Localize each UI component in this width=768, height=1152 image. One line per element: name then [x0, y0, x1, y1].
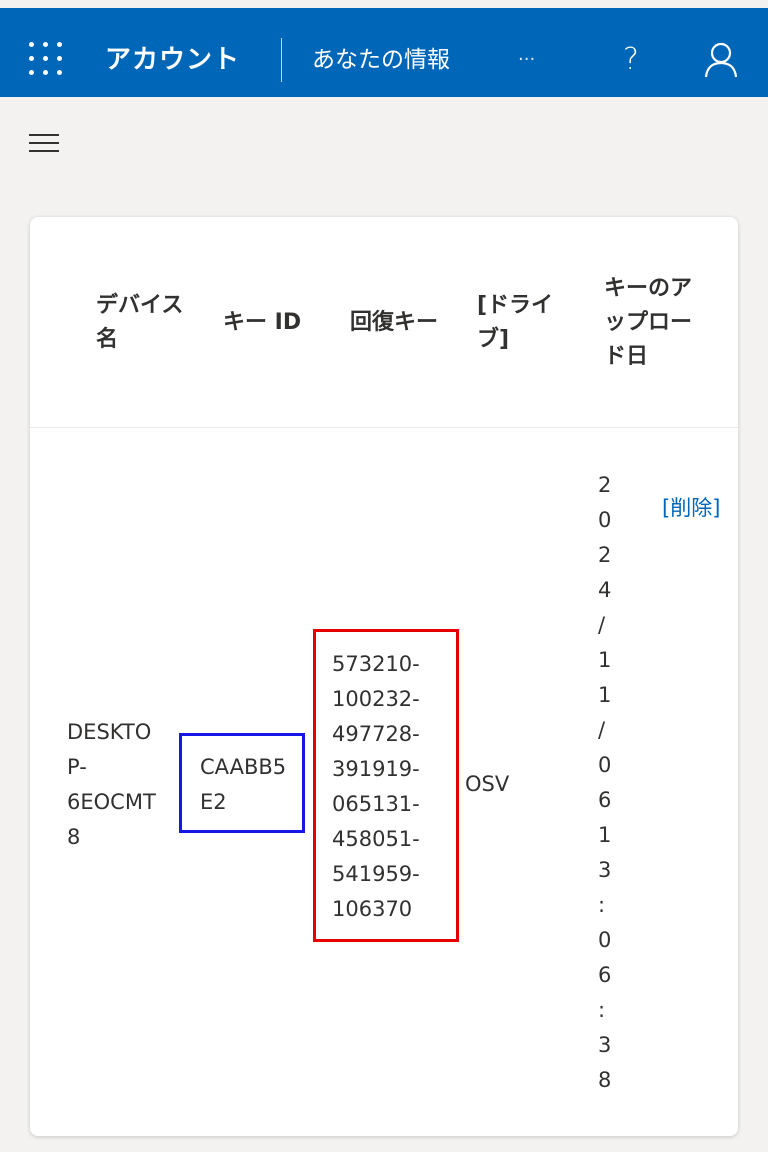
upload-date-char: / [598, 613, 606, 637]
upload-date-char: 6 [598, 963, 612, 987]
upload-date-char: 1 [598, 823, 612, 847]
column-header-upload-date: キーのア ップロー ド日 [604, 276, 693, 369]
upload-date-char: 8 [598, 1068, 612, 1092]
upload-date-char: 3 [598, 858, 612, 882]
cell-device-name: DESKTO P- 6EOCMT 8 [67, 720, 156, 849]
recovery-key-card: デバイス 名 キー ID 回復キー [ドライ ブ] キーのア ップロー ド日 D… [30, 217, 738, 1136]
upload-date-char: 2 [598, 543, 612, 567]
upload-date-char: : [598, 998, 606, 1022]
delete-link[interactable]: [削除] [662, 491, 720, 526]
profile-icon[interactable] [704, 42, 738, 82]
more-options-icon[interactable]: ··· [518, 36, 535, 84]
column-header-drive: [ドライ ブ] [477, 293, 554, 352]
upload-date-char: : [598, 893, 606, 917]
header-divider [281, 38, 282, 82]
upload-date-char: 0 [598, 508, 612, 532]
hamburger-menu-icon[interactable] [29, 132, 61, 154]
upload-date-char: 2 [598, 473, 612, 497]
cell-key-id: CAABB5 E2 [200, 755, 287, 814]
upload-date-char: 0 [598, 928, 612, 952]
header-divider-line [30, 427, 738, 428]
column-header-key-id: キー ID [223, 310, 302, 335]
cell-drive: OSV [465, 772, 510, 796]
upload-date-char: 3 [598, 1033, 612, 1057]
cell-recovery-key: 573210- 100232- 497728- 391919- 065131- … [332, 652, 420, 921]
app-launcher-icon[interactable] [29, 42, 65, 78]
upload-date-char: 6 [598, 788, 612, 812]
help-icon[interactable]: ? [623, 36, 639, 84]
top-bar: アカウント あなたの情報 ··· ? [0, 8, 768, 97]
column-header-device-name: デバイス 名 [96, 293, 184, 352]
column-header-recovery-key: 回復キー [350, 310, 439, 335]
upload-date-char: 1 [598, 683, 612, 707]
upload-date-char: 1 [598, 648, 612, 672]
upload-date-char: / [598, 718, 606, 742]
upload-date-char: 0 [598, 753, 612, 777]
section-title[interactable]: あなたの情報 [312, 36, 450, 84]
app-title[interactable]: アカウント [105, 36, 240, 84]
upload-date-char: 4 [598, 578, 612, 602]
